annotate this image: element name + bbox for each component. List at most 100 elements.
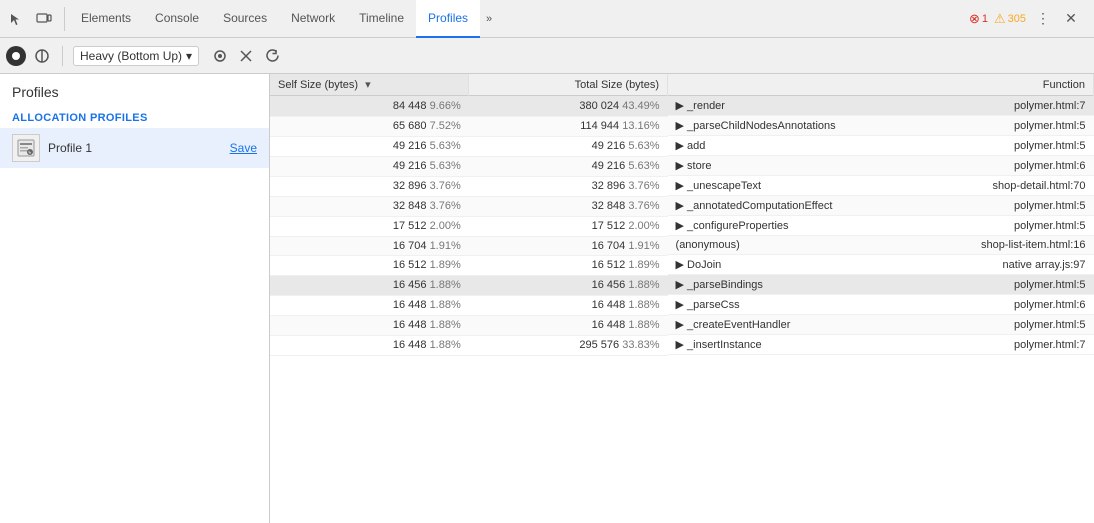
func-name: ▶ add — [676, 139, 706, 152]
table-row[interactable]: 84 448 9.66%380 024 43.49%▶ _render poly… — [270, 96, 1094, 117]
table-row[interactable]: 65 680 7.52%114 944 13.16%▶ _parseChildN… — [270, 116, 1094, 136]
save-button[interactable]: Save — [230, 141, 257, 155]
func-name: (anonymous) — [676, 239, 740, 251]
tab-sources[interactable]: Sources — [211, 0, 279, 38]
warning-icon: ⚠ — [994, 11, 1006, 27]
func-name: ▶ store — [676, 159, 712, 172]
func-link[interactable]: polymer.html:6 — [1014, 299, 1086, 311]
refresh-icon[interactable] — [261, 45, 283, 67]
col-total-size[interactable]: Total Size (bytes) — [469, 74, 668, 96]
cell-self-size: 17 512 2.00% — [270, 216, 469, 236]
cell-self-size: 49 216 5.63% — [270, 136, 469, 156]
more-options-button[interactable]: ⋮ — [1032, 8, 1054, 30]
error-badge: ⊗ 1 — [969, 11, 988, 27]
cell-total-size: 16 456 1.88% — [469, 275, 668, 295]
cell-function: ▶ DoJoin native array.js:97 — [668, 255, 1094, 275]
func-link[interactable]: polymer.html:5 — [1014, 120, 1086, 132]
profile-item[interactable]: % Profile 1 Save — [0, 128, 269, 168]
clear-icon[interactable] — [235, 45, 257, 67]
cell-function: ▶ _annotatedComputationEffect polymer.ht… — [668, 196, 1094, 216]
func-link[interactable]: shop-list-item.html:16 — [981, 239, 1086, 251]
cell-function: (anonymous) shop-list-item.html:16 — [668, 236, 1094, 255]
func-link[interactable]: polymer.html:5 — [1014, 220, 1086, 232]
table-row[interactable]: 16 448 1.88%16 448 1.88%▶ _createEventHa… — [270, 315, 1094, 335]
func-link[interactable]: shop-detail.html:70 — [993, 180, 1086, 192]
table-row[interactable]: 16 448 1.88%16 448 1.88%▶ _parseCss poly… — [270, 295, 1094, 315]
table-row[interactable]: 16 704 1.91%16 704 1.91%(anonymous) shop… — [270, 236, 1094, 255]
table-wrapper[interactable]: Self Size (bytes) ▾ Total Size (bytes) F… — [270, 74, 1094, 523]
cell-total-size: 16 448 1.88% — [469, 295, 668, 315]
table-row[interactable]: 32 896 3.76%32 896 3.76%▶ _unescapeText … — [270, 176, 1094, 196]
sort-mode-dropdown[interactable]: Heavy (Bottom Up) ▾ — [73, 46, 199, 66]
cell-self-size: 16 704 1.91% — [270, 236, 469, 255]
cell-self-size: 32 896 3.76% — [270, 176, 469, 196]
sidebar-title: Profiles — [0, 74, 269, 106]
tab-overflow-button[interactable]: » — [480, 0, 498, 38]
func-link[interactable]: polymer.html:7 — [1014, 339, 1086, 351]
profile-icon: % — [12, 134, 40, 162]
cell-function: ▶ store polymer.html:6 — [668, 156, 1094, 176]
cell-self-size: 16 448 1.88% — [270, 335, 469, 355]
device-icon[interactable] — [32, 7, 56, 31]
cell-total-size: 114 944 13.16% — [469, 116, 668, 136]
cell-total-size: 16 512 1.89% — [469, 255, 668, 275]
cell-function: ▶ _parseCss polymer.html:6 — [668, 295, 1094, 315]
table-row[interactable]: 16 448 1.88%295 576 33.83%▶ _insertInsta… — [270, 335, 1094, 355]
func-link[interactable]: polymer.html:5 — [1014, 200, 1086, 212]
error-icon: ⊗ — [969, 11, 980, 27]
error-count: 1 — [982, 13, 988, 25]
col-self-size[interactable]: Self Size (bytes) ▾ — [270, 74, 469, 96]
cell-function: ▶ _unescapeText shop-detail.html:70 — [668, 176, 1094, 196]
record-button[interactable] — [6, 46, 26, 66]
sidebar: Profiles ALLOCATION PROFILES % Profile 1… — [0, 74, 270, 523]
content-area: Self Size (bytes) ▾ Total Size (bytes) F… — [270, 74, 1094, 523]
tab-elements[interactable]: Elements — [69, 0, 143, 38]
warning-count: 305 — [1008, 13, 1026, 25]
func-link[interactable]: native array.js:97 — [1003, 259, 1086, 271]
cell-function: ▶ _render polymer.html:7 — [668, 96, 1094, 116]
toolbar2-icons — [209, 45, 283, 67]
table-row[interactable]: 16 512 1.89%16 512 1.89%▶ DoJoin native … — [270, 255, 1094, 275]
table-row[interactable]: 16 456 1.88%16 456 1.88%▶ _parseBindings… — [270, 275, 1094, 295]
tab-timeline[interactable]: Timeline — [347, 0, 416, 38]
tab-console[interactable]: Console — [143, 0, 211, 38]
dropdown-arrow-icon: ▾ — [186, 49, 192, 63]
func-name: ▶ _parseBindings — [676, 278, 763, 291]
cell-self-size: 16 448 1.88% — [270, 315, 469, 335]
func-link[interactable]: polymer.html:5 — [1014, 140, 1086, 152]
func-link[interactable]: polymer.html:7 — [1014, 100, 1086, 112]
table-row[interactable]: 32 848 3.76%32 848 3.76%▶ _annotatedComp… — [270, 196, 1094, 216]
table-row[interactable]: 17 512 2.00%17 512 2.00%▶ _configureProp… — [270, 216, 1094, 236]
sort-arrow-icon: ▾ — [365, 79, 371, 91]
func-link[interactable]: polymer.html:5 — [1014, 279, 1086, 291]
cell-function: ▶ _parseBindings polymer.html:5 — [668, 275, 1094, 295]
func-link[interactable]: polymer.html:5 — [1014, 319, 1086, 331]
func-name: ▶ _createEventHandler — [676, 318, 791, 331]
close-devtools-button[interactable]: ✕ — [1060, 8, 1082, 30]
tab-network[interactable]: Network — [279, 0, 347, 38]
func-link[interactable]: polymer.html:6 — [1014, 160, 1086, 172]
tab-list: Elements Console Sources Network Timelin… — [69, 0, 961, 38]
stop-button[interactable] — [32, 46, 52, 66]
separator — [62, 46, 63, 66]
main-toolbar: Elements Console Sources Network Timelin… — [0, 0, 1094, 38]
cell-self-size: 65 680 7.52% — [270, 116, 469, 136]
tab-profiles[interactable]: Profiles — [416, 0, 480, 38]
cell-self-size: 16 456 1.88% — [270, 275, 469, 295]
table-row[interactable]: 49 216 5.63%49 216 5.63%▶ add polymer.ht… — [270, 136, 1094, 156]
func-name: ▶ _unescapeText — [676, 179, 762, 192]
cell-function: ▶ _parseChildNodesAnnotations polymer.ht… — [668, 116, 1094, 136]
focus-icon[interactable] — [209, 45, 231, 67]
cell-total-size: 380 024 43.49% — [469, 96, 668, 117]
cell-self-size: 49 216 5.63% — [270, 156, 469, 176]
pointer-icon[interactable] — [4, 7, 28, 31]
toolbar-right: ⊗ 1 ⚠ 305 ⋮ ✕ — [961, 8, 1090, 30]
table-row[interactable]: 49 216 5.63%49 216 5.63%▶ store polymer.… — [270, 156, 1094, 176]
data-table: Self Size (bytes) ▾ Total Size (bytes) F… — [270, 74, 1094, 356]
col-function[interactable]: Function — [668, 74, 1094, 96]
cell-total-size: 49 216 5.63% — [469, 156, 668, 176]
profiles-toolbar: Heavy (Bottom Up) ▾ — [0, 38, 1094, 74]
main-layout: Profiles ALLOCATION PROFILES % Profile 1… — [0, 74, 1094, 523]
func-name: ▶ _parseCss — [676, 298, 740, 311]
cell-self-size: 32 848 3.76% — [270, 196, 469, 216]
